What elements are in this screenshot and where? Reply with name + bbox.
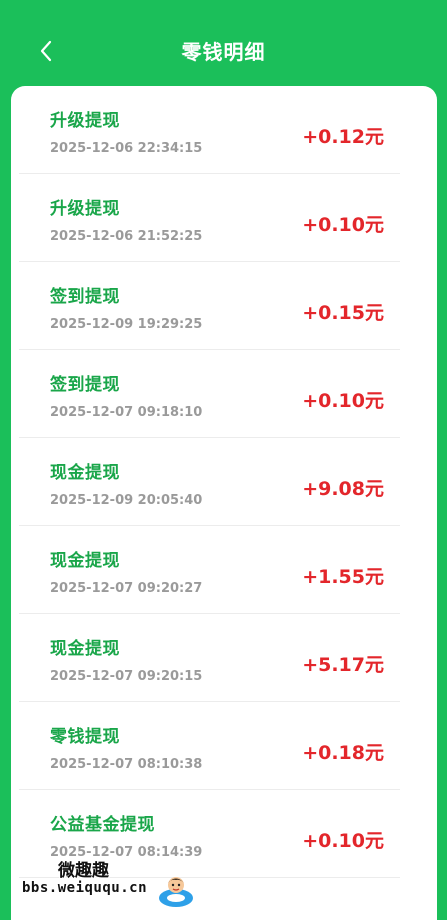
record-time: 2025-12-07 08:10:38	[50, 757, 203, 772]
record-name: 现金提现	[50, 463, 120, 483]
record-time: 2025-12-07 08:14:39	[50, 845, 203, 860]
record-amount: +0.10元	[302, 390, 384, 412]
page-title: 零钱明细	[181, 40, 266, 64]
record-time: 2025-12-06 21:52:25	[50, 229, 203, 244]
records-card: 升级提现 2025-12-06 22:34:15 +0.12元 升级提现 2025-12…	[11, 86, 437, 920]
record-amount: +5.17元	[302, 654, 384, 676]
record-row[interactable]: 零钱提现 2025-12-07 08:10:38 +0.18元	[11, 702, 437, 790]
record-row[interactable]: 签到提现 2025-12-09 19:29:25 +0.15元	[11, 262, 437, 350]
record-name: 签到提现	[50, 287, 120, 307]
record-amount: +0.10元	[302, 830, 384, 852]
record-name: 零钱提现	[50, 727, 120, 747]
record-name: 现金提现	[50, 639, 120, 659]
record-amount: +0.15元	[302, 302, 384, 324]
record-amount: +0.12元	[302, 126, 384, 148]
record-time: 2025-12-06 22:34:15	[50, 141, 203, 156]
record-row[interactable]: 签到提现 2025-12-07 09:18:10 +0.10元	[11, 350, 437, 438]
record-name: 升级提现	[50, 199, 120, 219]
record-name: 现金提现	[50, 551, 120, 571]
record-time: 2025-12-07 09:18:10	[50, 405, 203, 420]
record-row[interactable]: 现金提现 2025-12-09 20:05:40 +9.08元	[11, 438, 437, 526]
record-amount: +0.18元	[302, 742, 384, 764]
record-time: 2025-12-07 09:20:27	[50, 581, 203, 596]
record-name: 公益基金提现	[50, 815, 155, 835]
record-row[interactable]: 现金提现 2025-12-07 09:20:15 +5.17元	[11, 614, 437, 702]
record-row[interactable]: 升级提现 2025-12-06 21:52:25 +0.10元	[11, 174, 437, 262]
record-amount: +1.55元	[302, 566, 384, 588]
record-amount: +9.08元	[302, 478, 384, 500]
record-name: 升级提现	[50, 111, 120, 131]
row-divider	[19, 877, 400, 878]
record-amount: +0.10元	[302, 214, 384, 236]
record-time: 2025-12-07 09:20:15	[50, 669, 203, 684]
record-row[interactable]: 公益基金提现 2025-12-07 08:14:39 +0.10元	[11, 790, 437, 878]
records-list: 升级提现 2025-12-06 22:34:15 +0.12元 升级提现 2025-12…	[11, 86, 437, 878]
app-header: 零钱明细	[0, 0, 447, 86]
record-row[interactable]: 现金提现 2025-12-07 09:20:27 +1.55元	[11, 526, 437, 614]
record-name: 签到提现	[50, 375, 120, 395]
record-row[interactable]: 升级提现 2025-12-06 22:34:15 +0.12元	[11, 86, 437, 174]
record-time: 2025-12-09 20:05:40	[50, 493, 203, 508]
record-time: 2025-12-09 19:29:25	[50, 317, 203, 332]
